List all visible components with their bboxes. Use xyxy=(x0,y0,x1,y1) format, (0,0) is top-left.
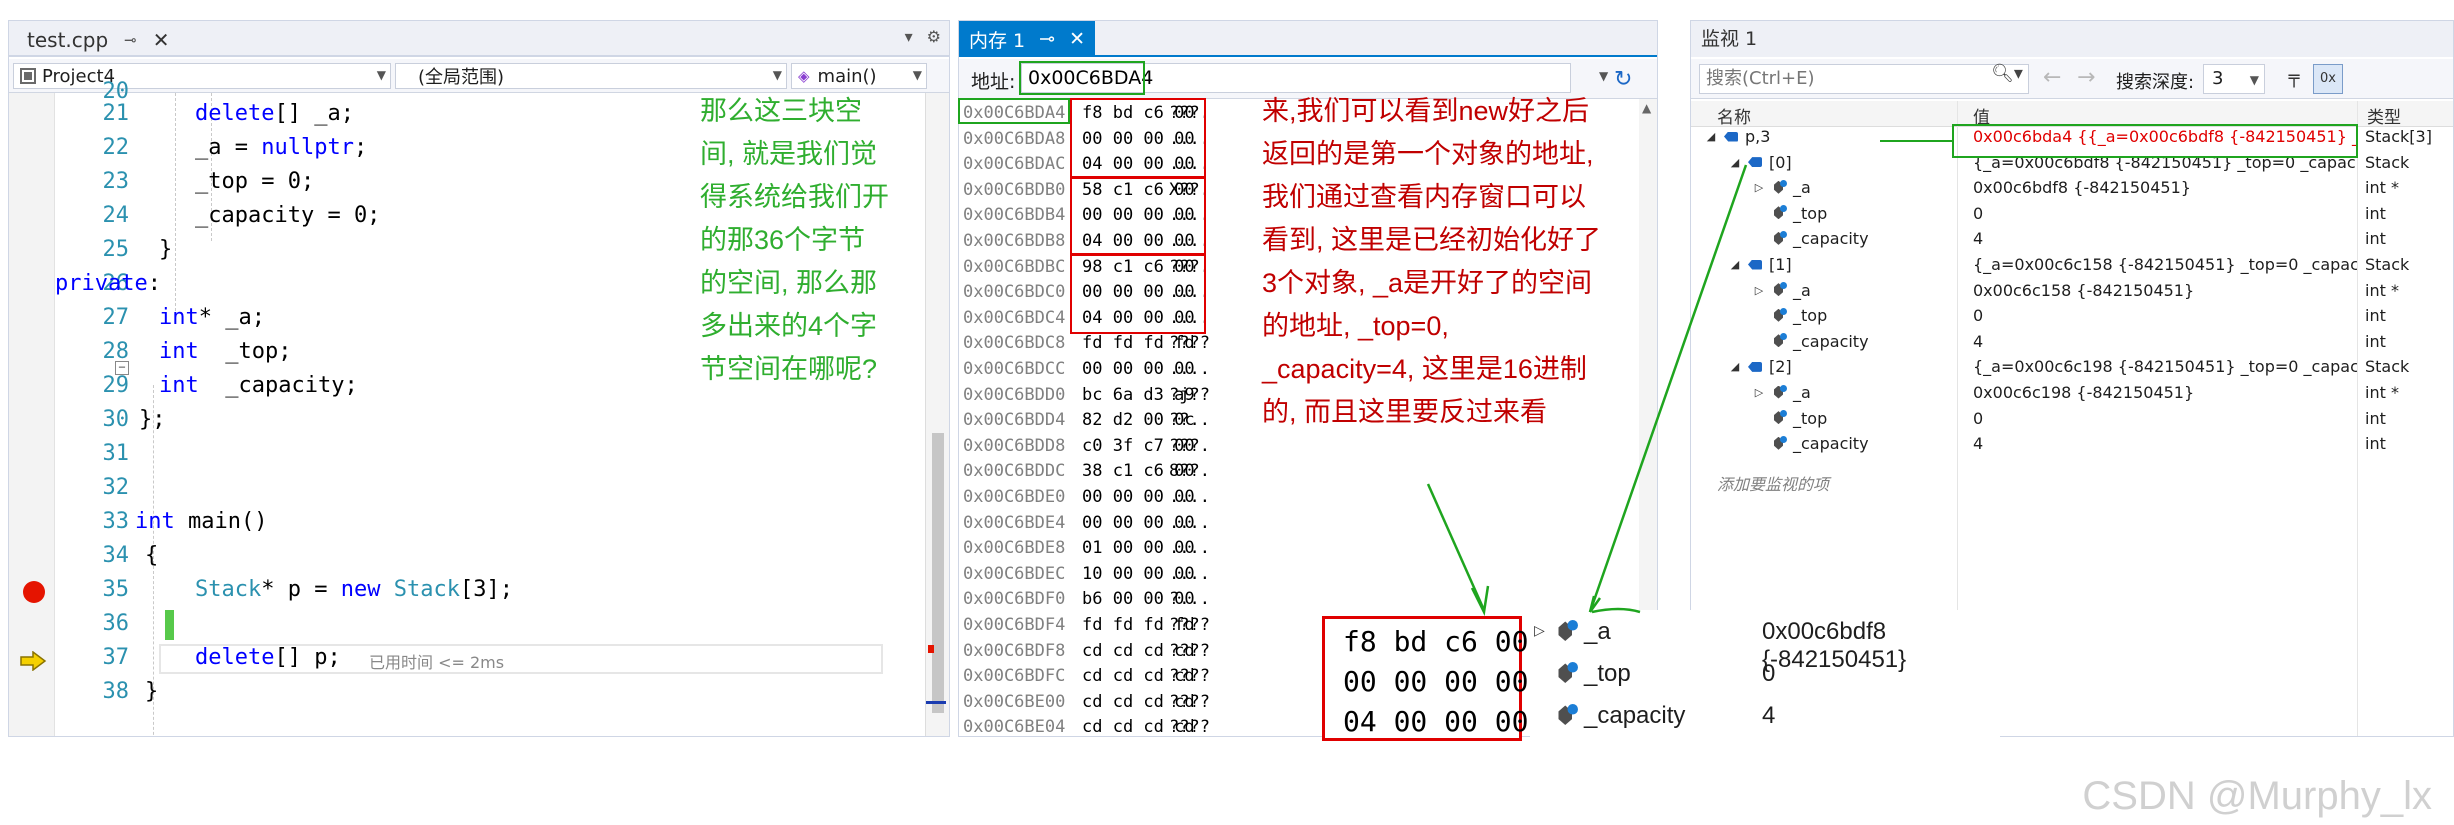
watermark: CSDN @Murphy_lx xyxy=(2082,774,2432,818)
annotation-arrows xyxy=(1426,140,1952,617)
